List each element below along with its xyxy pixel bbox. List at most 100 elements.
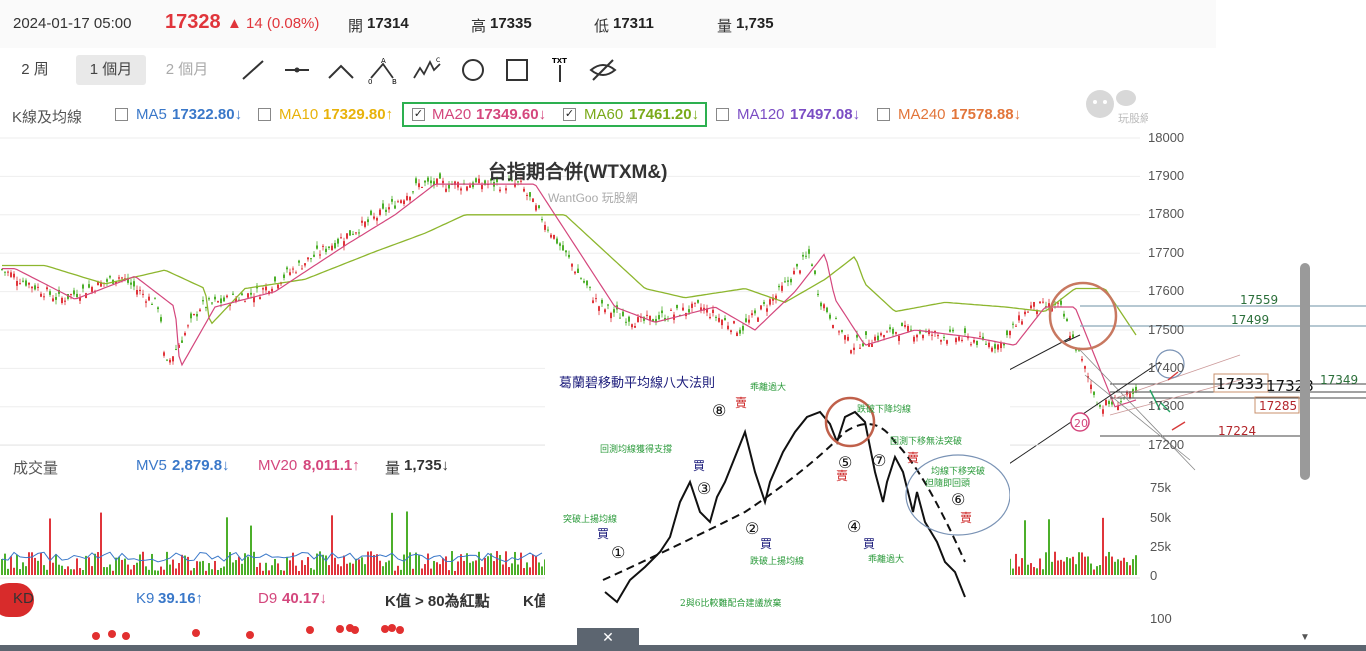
mv20-label: MV20 [258, 457, 298, 474]
quote-header: 2024-01-17 05:00 17328 ▲ 14 (0.08%) 開 17… [0, 0, 1216, 48]
d9-value: 40.17↓ [282, 590, 328, 607]
vtick-50k: 50k [1150, 510, 1171, 525]
ma60-line [2, 214, 1137, 336]
kd-note: K值 > 80為紅點 [385, 593, 490, 610]
ma240-value: 17578.88↓ [951, 106, 1022, 123]
level-17559: 17559 [1240, 293, 1278, 307]
level-17333: 17333 [1216, 375, 1264, 393]
hide-drawings-icon[interactable] [588, 56, 618, 84]
period-2m-button[interactable]: 2 個月 [152, 55, 222, 85]
open-value: 17314 [367, 15, 409, 32]
wantgoo-logo-icon: 玩股網 [1086, 90, 1148, 125]
ma120-checkbox[interactable] [716, 108, 729, 121]
ma-row-label: K線及均線 [12, 109, 83, 126]
chart-toolbar: 2 周 1 個月 2 個月 A 0 B C TXT [0, 50, 1216, 90]
num-8: ⑧ [712, 401, 726, 420]
level-17349: 17349 [1320, 373, 1358, 387]
level-17285: 17285 [1259, 399, 1297, 413]
ma10-checkbox[interactable] [258, 108, 271, 121]
ma5-checkbox[interactable] [115, 108, 128, 121]
svg-text:B: B [392, 78, 397, 84]
elliott-wave-tool-icon[interactable]: C [412, 56, 442, 84]
rule-text-4: 跌破上揚均線 [750, 555, 804, 567]
k9-value: 39.16↑ [158, 590, 204, 607]
rule-text-6: 回測下移無法突破 [890, 435, 962, 447]
scroll-down-icon[interactable]: ▼ [1300, 632, 1310, 643]
ma240-name: MA240 [898, 106, 946, 123]
ma20-badge-text: 20 [1074, 417, 1088, 430]
mv20-value: 8,011.1↑ [303, 457, 360, 474]
volume-label: 量 [717, 18, 733, 35]
open-label: 開 [348, 18, 364, 35]
ma5-value: 17322.80↓ [172, 106, 243, 123]
circle-tool-icon[interactable] [458, 56, 488, 84]
buy-label-2: 買 [693, 459, 705, 473]
polyline-tool-icon[interactable] [326, 56, 356, 84]
num-6: ⑥ [951, 490, 965, 509]
high-value: 17335 [490, 15, 532, 32]
level-17499: 17499 [1231, 313, 1269, 327]
rule-text-10: 2與6比較難配合建議放棄 [680, 597, 781, 609]
kd-dots [92, 624, 404, 640]
ytick-17900: 17900 [1148, 168, 1185, 183]
line-tool-icon[interactable] [238, 56, 268, 84]
svg-text:C: C [436, 57, 440, 64]
horizontal-line-tool-icon[interactable] [282, 56, 312, 84]
num-1: ① [611, 543, 625, 562]
ma-highlight-box [402, 102, 707, 127]
granville-diagram: 葛蘭碧移動平均線八大法則 突破上揚均線 回測均線獲得支撐 乖離過大 跌破上揚均線… [545, 362, 1011, 630]
rule-text-7: 均線下移突破 [931, 465, 985, 477]
highlight-circle [1048, 281, 1118, 351]
level-17224: 17224 [1218, 424, 1256, 438]
sell-label-3: 賣 [907, 450, 919, 465]
ytick-17700: 17700 [1148, 245, 1185, 260]
rule-text-2: 回測均線獲得支撐 [600, 443, 672, 455]
buy-label-3: 買 [760, 537, 772, 551]
rule-text-8: 但隨即回頭 [925, 477, 970, 489]
period-2w-button[interactable]: 2 周 [8, 55, 62, 85]
vtick-75k: 75k [1150, 480, 1171, 495]
ma10-value: 17329.80↑ [323, 106, 394, 123]
ma120-name: MA120 [737, 106, 785, 123]
rule-text-9: 乖離過大 [868, 553, 904, 565]
collapse-tab[interactable]: ✕ [577, 628, 639, 646]
ytick-17600: 17600 [1148, 283, 1185, 298]
sell-label-4: 賣 [960, 510, 972, 525]
chart-watermark: WantGoo 玩股網 [548, 191, 638, 205]
kd-legend: KD K9 39.16↑ D9 40.17↓ K值 > 80為紅點 K值 [0, 583, 560, 613]
ma120-value: 17497.08↓ [790, 106, 861, 123]
ma5-name: MA5 [136, 106, 167, 123]
rectangle-tool-icon[interactable] [502, 56, 532, 84]
volume-axis-labels: 75k 50k 25k 0 100 [1150, 480, 1190, 630]
vertical-scrollbar[interactable] [1300, 263, 1310, 480]
ma240-checkbox[interactable] [877, 108, 890, 121]
abc-pattern-tool-icon[interactable]: A 0 B [368, 56, 398, 84]
num-3: ③ [697, 479, 711, 498]
mv5-value: 2,879.8↓ [172, 457, 230, 474]
text-tool-icon[interactable]: TXT [545, 56, 575, 84]
k9-label: K9 [136, 590, 155, 607]
kdtick-100: 100 [1150, 611, 1172, 626]
svg-text:TXT: TXT [552, 57, 567, 65]
low-label: 低 [594, 18, 610, 35]
sell-label-1: 賣 [735, 395, 747, 410]
ytick-17300: 17300 [1148, 398, 1185, 413]
volume-label: 成交量 [13, 460, 59, 477]
ytick-17400: 17400 [1148, 360, 1185, 375]
last-price: 17328 [165, 11, 221, 33]
period-1m-button[interactable]: 1 個月 [76, 55, 146, 85]
num-4: ④ [847, 517, 861, 536]
num-5: ⑤ [838, 453, 852, 472]
mv5-label: MV5 [136, 457, 167, 474]
ytick-17800: 17800 [1148, 206, 1185, 221]
num-7: ⑦ [872, 451, 886, 470]
qty-value: 1,735↓ [404, 457, 450, 474]
vtick-25k: 25k [1150, 539, 1171, 554]
qty-label: 量 [385, 460, 401, 477]
ma10-name: MA10 [279, 106, 319, 123]
price-axis-labels: 18000 17900 17800 17700 17600 17500 1740… [1148, 130, 1198, 452]
granville-svg: 葛蘭碧移動平均線八大法則 突破上揚均線 回測均線獲得支撐 乖離過大 跌破上揚均線… [559, 375, 1011, 609]
kd-label: KD [13, 590, 34, 607]
chart-title: 台指期合併(WTXM&) [488, 160, 667, 183]
rule-text-5: 跌破下降均線 [857, 403, 911, 415]
